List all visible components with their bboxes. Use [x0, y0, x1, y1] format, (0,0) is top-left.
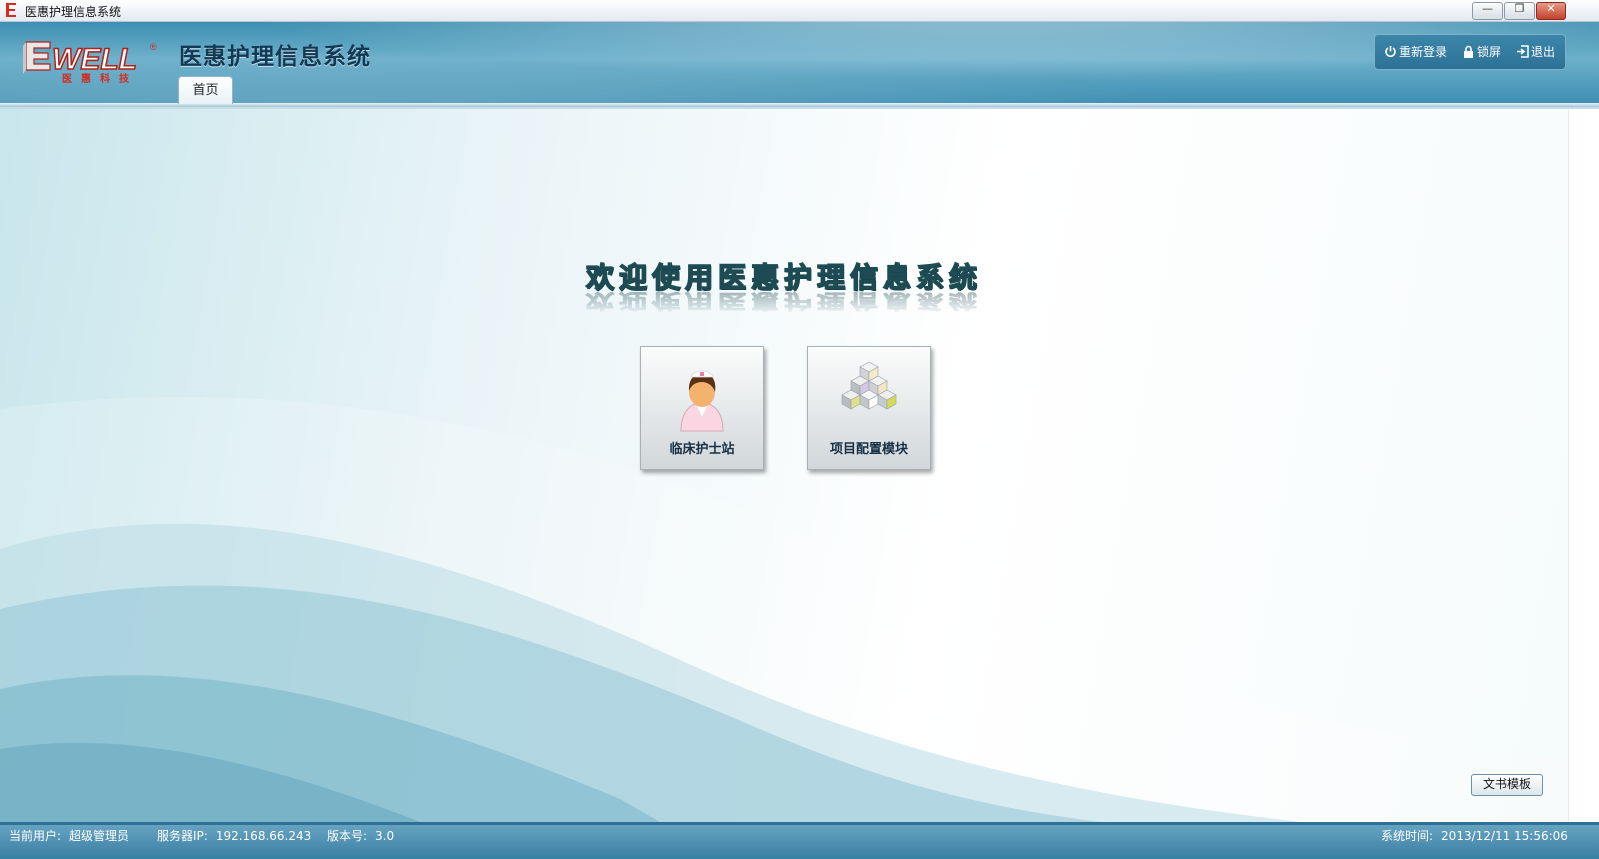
- close-icon: ✕: [1546, 2, 1556, 15]
- exit-icon: [1517, 45, 1529, 58]
- module-project-config-label: 项目配置模块: [829, 442, 908, 457]
- status-server-ip: 服务器IP: 192.168.66.243: [157, 829, 312, 843]
- main-content: 欢迎使用医惠护理信息系统 欢迎使用医惠护理信息系统 临床护士站 项目配置模块 文…: [0, 109, 1568, 822]
- welcome-heading-reflection: 欢迎使用医惠护理信息系统: [585, 289, 982, 313]
- restore-button[interactable]: ❐: [1504, 2, 1535, 20]
- tab-home[interactable]: 首页: [178, 76, 233, 104]
- header-actions: 重新登录 锁屏 退出: [1374, 34, 1566, 70]
- right-margin: [1568, 109, 1599, 822]
- relogin-button[interactable]: 重新登录: [1384, 43, 1447, 60]
- app-title: 医惠护理信息系统: [179, 43, 371, 70]
- status-version: 版本号: 3.0: [327, 829, 395, 843]
- module-project-config[interactable]: 项目配置模块: [807, 346, 931, 470]
- cubes-icon: [841, 361, 897, 410]
- svg-text:®: ®: [150, 42, 157, 52]
- nurse-icon: [680, 370, 724, 432]
- lock-icon: [1464, 45, 1473, 58]
- tab-home-label: 首页: [192, 83, 219, 98]
- minimize-icon: —: [1482, 2, 1493, 15]
- module-nurse-station-label: 临床护士站: [669, 442, 735, 457]
- background-waves: [0, 396, 1568, 822]
- app-logo-icon: [6, 3, 16, 17]
- restore-icon: ❐: [1514, 2, 1525, 15]
- logo-subtitle: 医惠科技: [62, 74, 138, 85]
- power-icon: [1385, 46, 1396, 57]
- module-nurse-station[interactable]: 临床护士站: [640, 346, 764, 470]
- lock-button[interactable]: 锁屏: [1462, 43, 1501, 60]
- close-button[interactable]: ✕: [1536, 2, 1566, 20]
- status-system-time: 系统时间: 2013/12/11 15:56:06: [1381, 829, 1568, 843]
- window-title: 医惠护理信息系统: [25, 5, 122, 19]
- exit-button[interactable]: 退出: [1516, 43, 1555, 60]
- status-current-user: 当前用户: 超级管理员: [9, 829, 130, 843]
- document-template-button[interactable]: 文书模板: [1471, 774, 1543, 796]
- status-bar: 当前用户: 超级管理员 服务器IP: 192.168.66.243 版本号: 3.0 …: [0, 822, 1599, 859]
- minimize-button[interactable]: —: [1472, 2, 1503, 20]
- window-titlebar: 医惠护理信息系统 — ❐ ✕: [0, 0, 1599, 22]
